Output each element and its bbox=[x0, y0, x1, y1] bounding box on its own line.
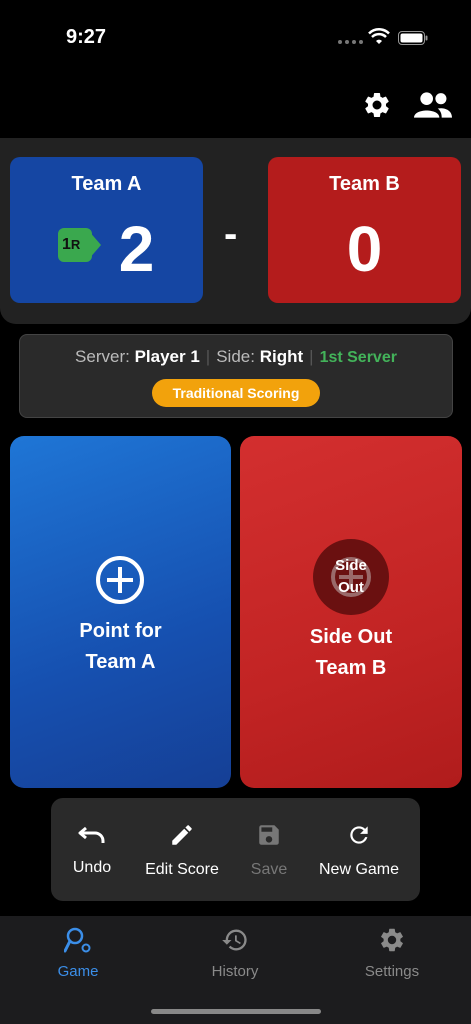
undo-label: Undo bbox=[72, 859, 112, 876]
side-out-team-b-button[interactable]: Side Out Side Out Team B bbox=[240, 436, 462, 788]
side-out-icon: Side Out bbox=[313, 539, 389, 615]
gear-icon[interactable] bbox=[362, 90, 392, 120]
settings-gear-icon bbox=[381, 928, 403, 952]
save-label: Save bbox=[250, 861, 288, 878]
serve-indicator-badge: 1R bbox=[58, 226, 102, 264]
serve-badge-side: R bbox=[70, 237, 81, 252]
action-toolbar: Undo Edit Score Save New Game bbox=[51, 798, 420, 901]
wifi-icon bbox=[368, 28, 390, 44]
server-order: 1st Server bbox=[319, 349, 397, 366]
tab-settings-label: Settings bbox=[364, 963, 420, 980]
tab-history-label: History bbox=[211, 963, 259, 980]
point-label-line2: Team A bbox=[85, 651, 156, 673]
side-out-icon-line1: Side bbox=[335, 557, 367, 574]
history-icon bbox=[222, 929, 247, 951]
serve-badge-number: 1 bbox=[62, 236, 71, 253]
edit-score-label: Edit Score bbox=[145, 861, 219, 878]
tab-game-label: Game bbox=[57, 963, 99, 980]
save-icon bbox=[259, 825, 279, 845]
side-out-label-line2: Team B bbox=[315, 657, 387, 679]
side-label: Side: bbox=[216, 347, 255, 366]
new-game-button[interactable]: New Game bbox=[314, 822, 404, 879]
battery-icon bbox=[398, 31, 428, 45]
server-info-line: Server: Player 1 | Side: Right | 1st Server bbox=[75, 347, 397, 366]
pencil-icon bbox=[172, 825, 192, 845]
signal-icon bbox=[338, 40, 363, 44]
team-a-card[interactable]: Team A 2 bbox=[10, 157, 203, 303]
team-b-card[interactable]: Team B 0 bbox=[268, 157, 461, 303]
point-label-line1: Point for bbox=[79, 620, 162, 642]
side-value: Right bbox=[259, 347, 304, 366]
score-separator: - bbox=[224, 212, 238, 256]
point-team-a-button[interactable]: Point for Team A bbox=[10, 436, 231, 788]
server-value: Player 1 bbox=[134, 347, 200, 366]
team-b-name: Team B bbox=[329, 173, 400, 195]
people-icon[interactable] bbox=[414, 90, 452, 120]
add-circle-icon bbox=[96, 556, 144, 604]
server-info-box: Server: Player 1 | Side: Right | 1st Server … bbox=[19, 334, 453, 418]
save-button[interactable]: Save bbox=[248, 822, 290, 879]
side-out-icon-line2: Out bbox=[338, 579, 364, 596]
team-b-score: 0 bbox=[346, 213, 383, 285]
paddle-icon bbox=[63, 927, 91, 953]
team-a-name: Team A bbox=[71, 173, 142, 195]
edit-score-button[interactable]: Edit Score bbox=[139, 822, 225, 879]
refresh-icon bbox=[350, 826, 368, 844]
undo-button[interactable]: Undo bbox=[71, 822, 113, 877]
server-label: Server: bbox=[75, 347, 130, 366]
scoring-mode-badge[interactable]: Traditional Scoring bbox=[152, 379, 320, 407]
tab-settings[interactable]: Settings bbox=[347, 926, 437, 980]
tab-bar: Game History Settings bbox=[0, 916, 471, 1024]
undo-icon bbox=[78, 826, 105, 843]
new-game-label: New Game bbox=[318, 861, 400, 878]
home-indicator[interactable] bbox=[151, 1009, 321, 1014]
side-out-label-line1: Side Out bbox=[309, 626, 393, 648]
tab-game[interactable]: Game bbox=[33, 926, 123, 980]
status-time: 9:27 bbox=[66, 26, 107, 48]
tab-history[interactable]: History bbox=[190, 926, 280, 980]
